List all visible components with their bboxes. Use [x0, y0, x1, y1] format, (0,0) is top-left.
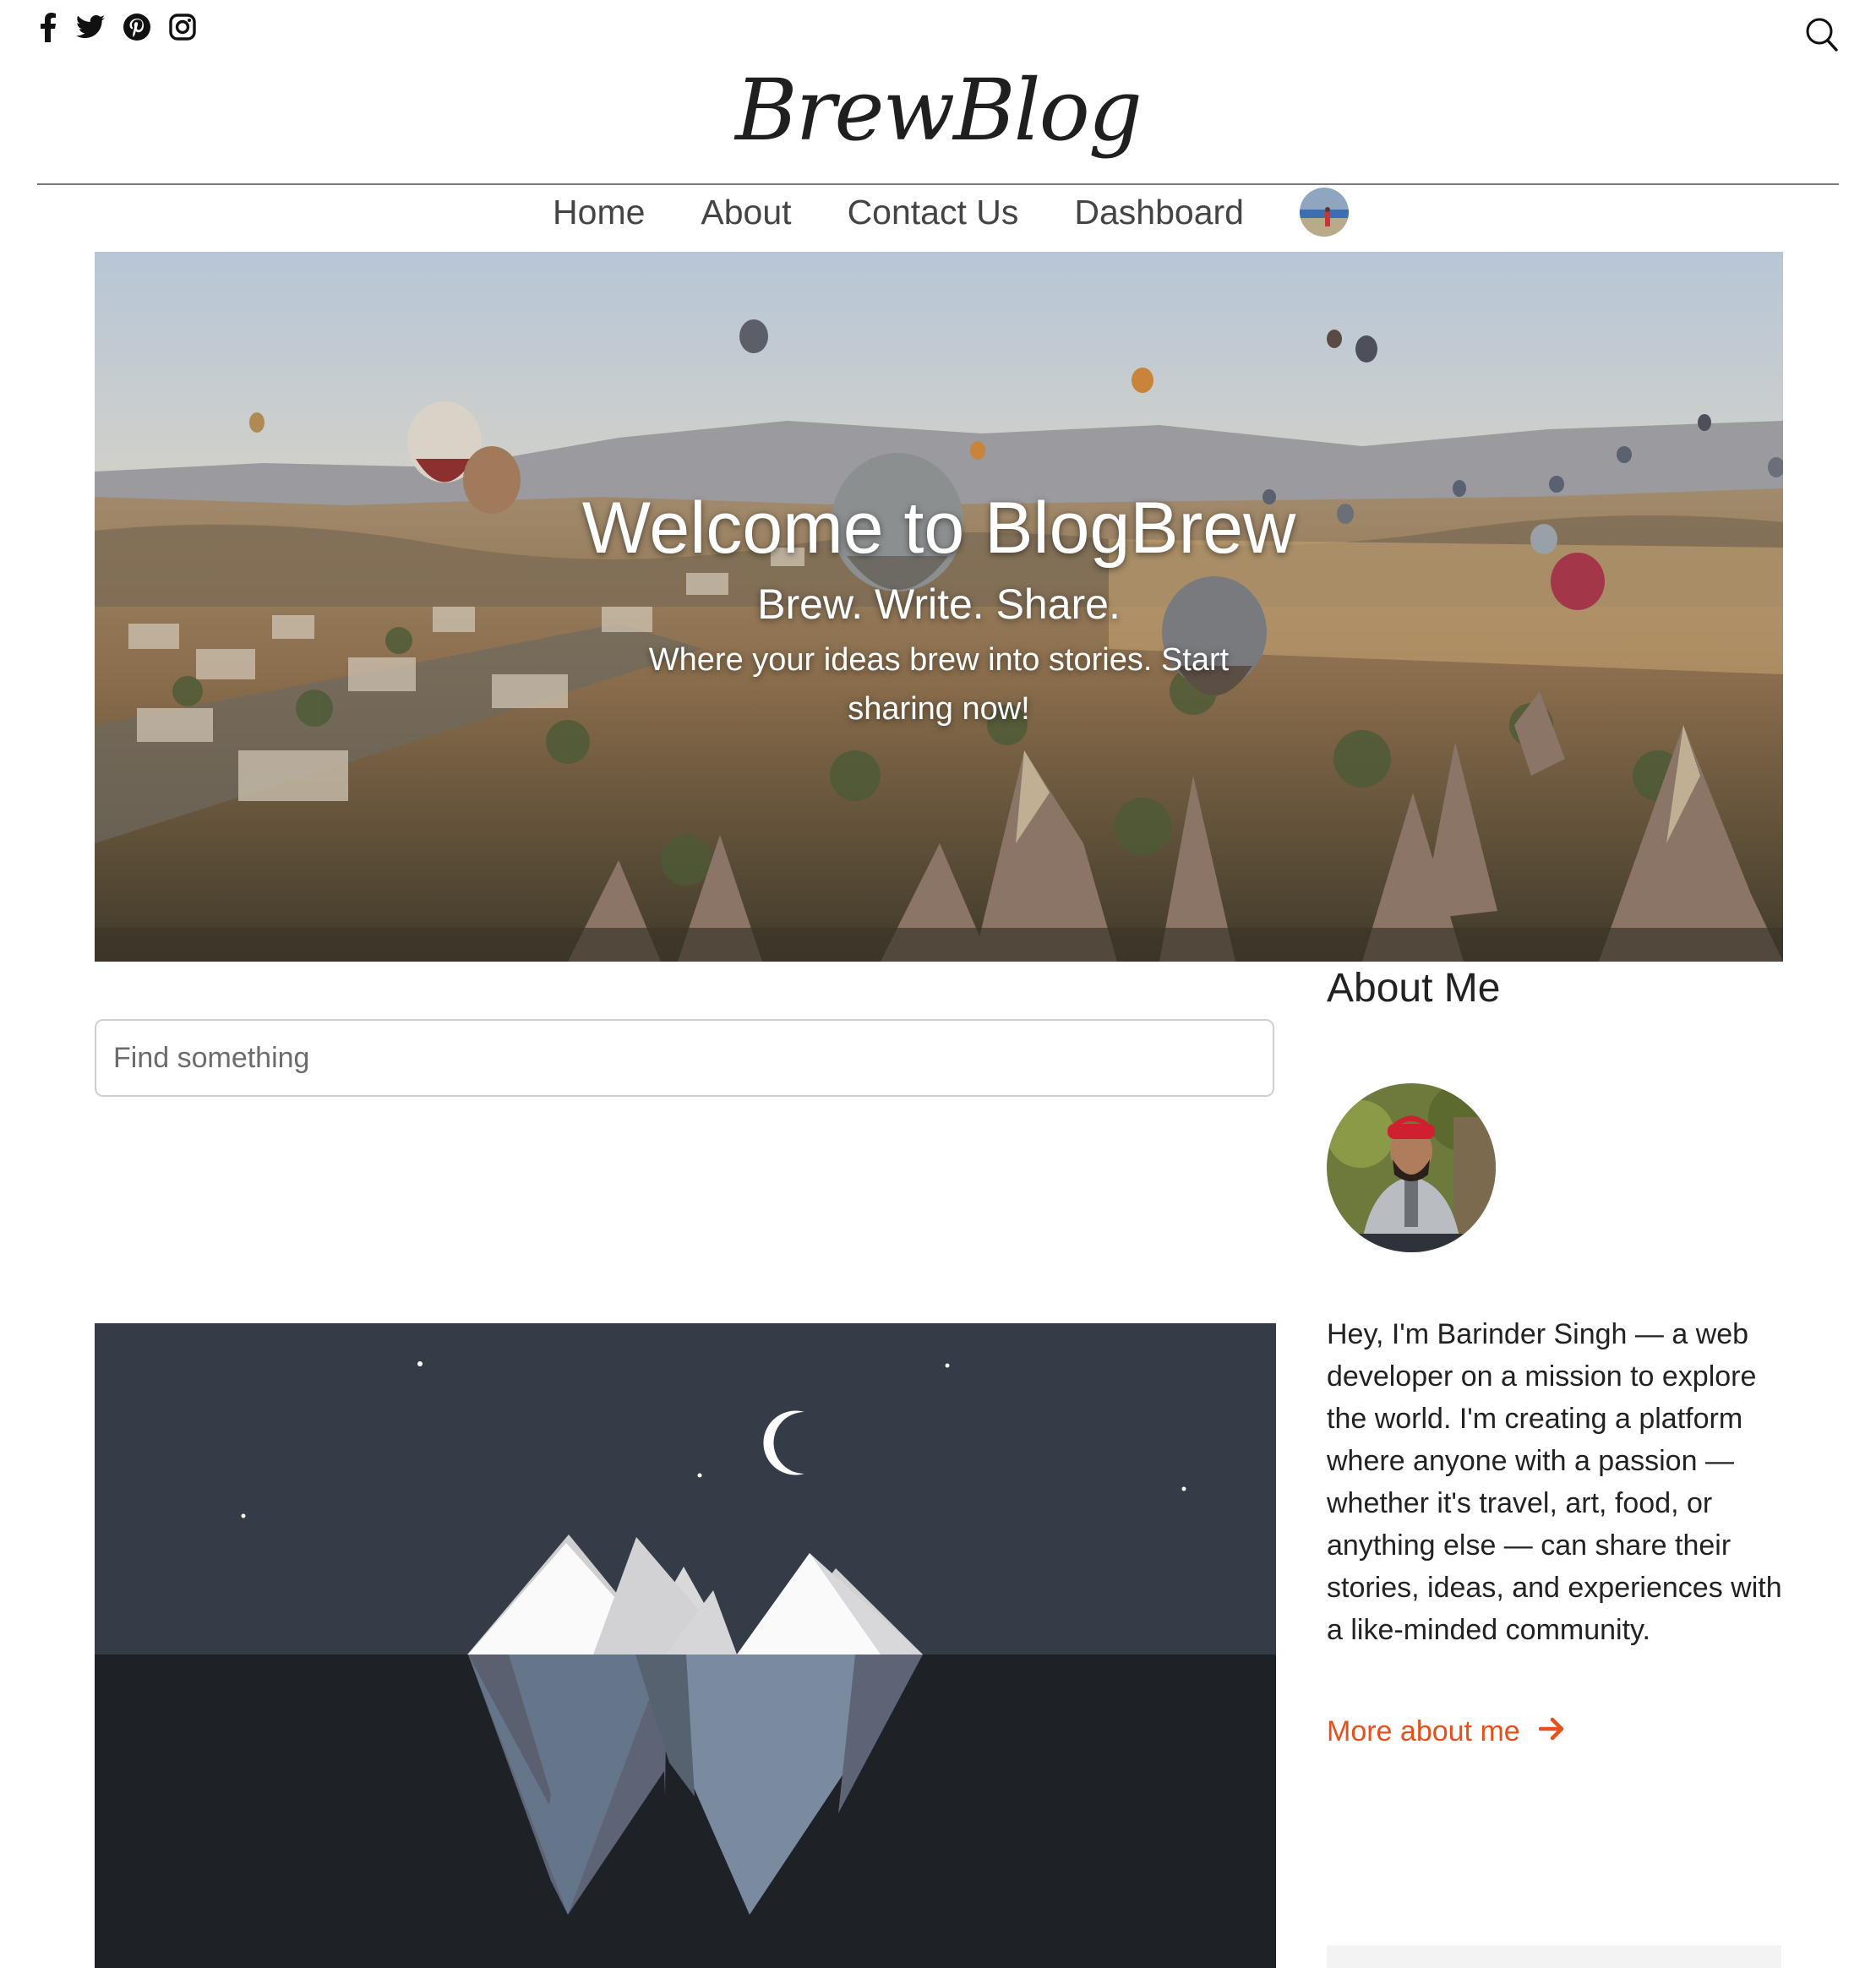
author-bio: Hey, I'm Barinder Singh — a web develope…: [1327, 1318, 1782, 1646]
site-logo[interactable]: BrewBlog: [0, 61, 1876, 160]
header-divider: [37, 183, 1839, 185]
main-nav: Home About Contact Us Dashboard: [0, 188, 1876, 237]
sidebar-widget: [1327, 1945, 1781, 1968]
arrow-right-icon: [1538, 1715, 1564, 1748]
twitter-icon[interactable]: [76, 14, 105, 40]
social-links: [39, 12, 196, 42]
post-thumbnail[interactable]: [95, 1323, 1276, 1968]
nav-item-dashboard[interactable]: Dashboard: [1074, 188, 1244, 236]
about-heading: About Me: [1327, 966, 1501, 1011]
instagram-icon[interactable]: [169, 14, 196, 41]
hero-title: Welcome to BlogBrew: [581, 488, 1296, 569]
search-input[interactable]: [95, 1019, 1274, 1097]
more-about-link[interactable]: More about me: [1327, 1715, 1564, 1748]
nav-item-contact[interactable]: Contact Us: [848, 188, 1019, 236]
facebook-icon[interactable]: [39, 12, 57, 42]
nav-item-home[interactable]: Home: [553, 188, 645, 236]
user-avatar[interactable]: [1299, 188, 1349, 237]
pinterest-icon[interactable]: [123, 14, 150, 41]
hero-tagline: Where your ideas brew into stories. Star…: [648, 642, 1230, 727]
nav-item-about[interactable]: About: [701, 188, 791, 236]
more-about-label[interactable]: More about me: [1327, 1715, 1520, 1748]
hero-subtitle: Brew. Write. Share.: [757, 581, 1121, 628]
author-avatar: [1327, 1083, 1496, 1252]
hero-text: Welcome to BlogBrew Brew. Write. Share. …: [95, 482, 1783, 733]
search-icon[interactable]: [1805, 17, 1839, 56]
